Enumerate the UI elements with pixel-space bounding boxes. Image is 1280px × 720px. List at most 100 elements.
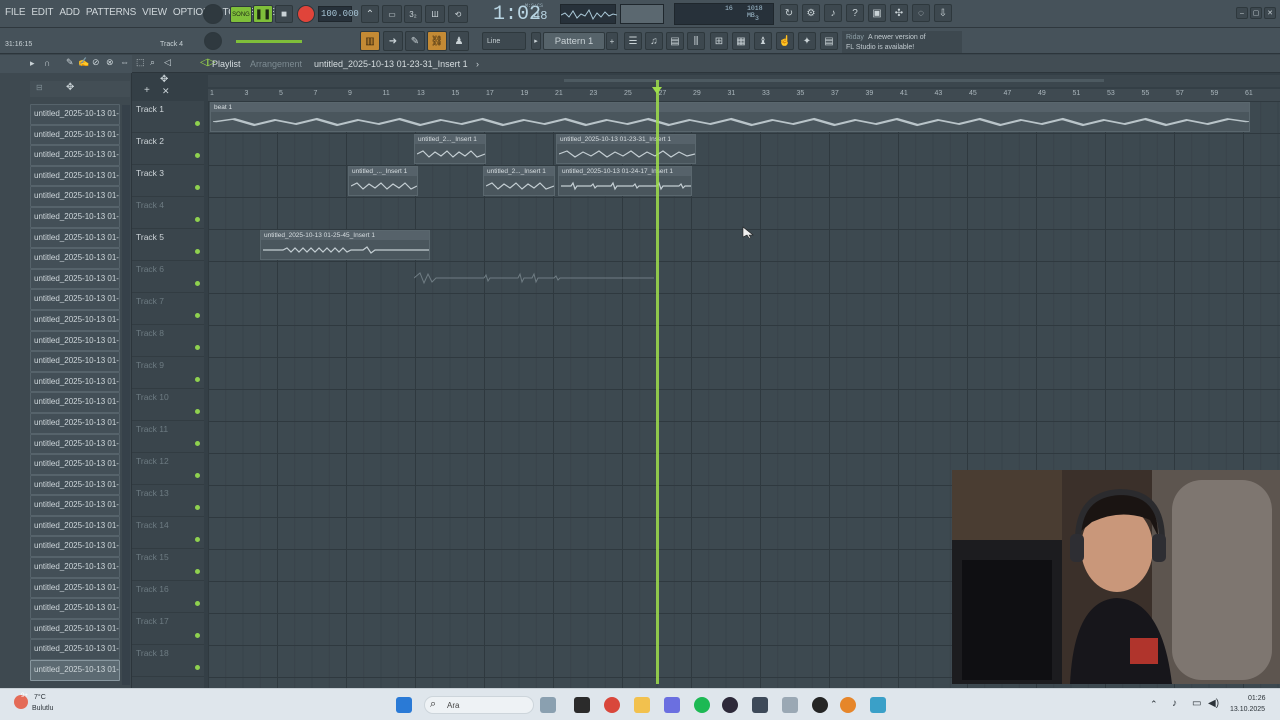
channel-rack-icon[interactable]: ▤ — [666, 32, 684, 50]
magnet-icon[interactable]: ∩ — [44, 58, 50, 68]
master-volume-slider[interactable] — [236, 40, 302, 43]
browser-file-item[interactable]: untitled_2025-10-13 01-... — [30, 227, 120, 249]
slip-tool-icon[interactable]: ⇔ — [120, 57, 129, 67]
track-header[interactable]: Track 3 — [132, 165, 204, 197]
track-enable-led[interactable] — [195, 249, 200, 254]
task-view-icon[interactable] — [574, 697, 590, 713]
browser-file-item[interactable]: untitled_2025-10-13 01-... — [30, 145, 120, 166]
browser-collapse-icon[interactable]: ⊟ — [36, 83, 43, 92]
audio-clip-t3a[interactable]: untitled_..._Insert 1 — [348, 166, 418, 196]
track-enable-led[interactable] — [195, 185, 200, 190]
track-enable-led[interactable] — [195, 537, 200, 542]
mixer-view-icon[interactable]: ⫼ — [687, 32, 705, 50]
track-enable-led[interactable] — [195, 377, 200, 382]
mute-tool-icon[interactable]: ⊗ — [106, 57, 114, 68]
browser-file-item[interactable]: untitled_2025-10-13 01-... — [30, 454, 120, 475]
brush-tool-icon[interactable]: ✍ — [78, 57, 89, 68]
draw-icon[interactable]: ✎ — [405, 31, 425, 51]
browser-file-item[interactable]: untitled_2025-10-13 01-... — [30, 186, 120, 207]
browser-icon[interactable]: ⊞ — [710, 32, 728, 50]
browser-file-item[interactable]: untitled_2025-10-13 01-... — [30, 124, 120, 146]
arrangement-label[interactable]: Arrangement — [250, 59, 302, 69]
pause-button[interactable]: ❚❚ — [253, 5, 273, 23]
zoom-tool-icon[interactable]: ⌕ — [150, 57, 155, 68]
track-header[interactable]: Track 5 — [132, 229, 204, 261]
app-icon[interactable] — [812, 697, 828, 713]
track-header[interactable]: Track 14 — [132, 517, 204, 549]
track-header[interactable]: Track 12 — [132, 453, 204, 485]
browser-file-item[interactable]: untitled_2025-10-13 01-... — [30, 330, 120, 352]
arrow-icon[interactable]: ➜ — [383, 31, 403, 51]
track-header[interactable]: Track 4 — [132, 197, 204, 229]
countdown-icon[interactable]: 3₂ — [404, 5, 422, 23]
browser-file-item[interactable]: untitled_2025-10-13 01-... — [30, 495, 120, 516]
clock-time[interactable]: 01:26 — [1248, 695, 1266, 702]
discord-icon[interactable] — [664, 697, 680, 713]
track-enable-led[interactable] — [195, 217, 200, 222]
news-icon[interactable]: ▤ — [820, 32, 838, 50]
menu-patterns[interactable]: PATTERNS — [86, 7, 136, 18]
playback-tool-icon[interactable]: ◁ — [164, 57, 171, 68]
track-header[interactable]: Track 17 — [132, 613, 204, 645]
help-icon[interactable]: ? — [846, 4, 864, 22]
microphone-tray-icon[interactable]: ♪ — [1172, 698, 1177, 709]
steam-icon[interactable] — [752, 697, 768, 713]
browser-file-item[interactable]: untitled_2025-10-13 01-... — [30, 268, 120, 290]
track-enable-led[interactable] — [195, 313, 200, 318]
audio-clip-t2a[interactable]: untitled_2..._Insert 1 — [414, 134, 486, 164]
browser-file-item[interactable]: untitled_2025-10-13 01-... — [30, 474, 120, 496]
track-enable-led[interactable] — [195, 281, 200, 286]
track-header[interactable]: Track 9 — [132, 357, 204, 389]
track-enable-led[interactable] — [195, 153, 200, 158]
snap-select[interactable]: Line — [482, 32, 526, 50]
browser-scrollbar[interactable] — [122, 105, 130, 685]
browser-file-item[interactable]: untitled_2025-10-13 01-... — [30, 248, 120, 269]
microphone-icon[interactable]: ♪ — [824, 4, 842, 22]
track-header[interactable]: Track 16 — [132, 581, 204, 613]
tempo-display[interactable]: 100.000 — [318, 6, 359, 22]
song-mode-toggle[interactable]: SONG — [230, 6, 252, 23]
track-header[interactable]: Track 18 — [132, 645, 204, 677]
track-header[interactable]: Track 15 — [132, 549, 204, 581]
wait-input-icon[interactable]: ▭ — [382, 5, 402, 23]
add-track-icon[interactable]: + — [144, 85, 150, 96]
browser-file-item[interactable]: untitled_2025-10-13 01-... — [30, 206, 120, 228]
plugin-icon[interactable]: ✣ — [890, 4, 908, 22]
widgets-icon[interactable] — [540, 697, 556, 713]
tray-chevron-icon[interactable]: ⌃ — [1150, 699, 1158, 710]
minimize-window-icon[interactable]: – — [1236, 7, 1248, 19]
refresh-icon[interactable]: ↻ — [780, 4, 798, 22]
audio-clip-t3b[interactable]: untitled_2..._Insert 1 — [483, 166, 555, 196]
track-header[interactable]: Track 10 — [132, 389, 204, 421]
track-header[interactable]: Track 6 — [132, 261, 204, 293]
track-enable-led[interactable] — [195, 633, 200, 638]
browser-file-item[interactable]: untitled_2025-10-13 01-... — [30, 165, 120, 187]
track-enable-led[interactable] — [195, 441, 200, 446]
browser-file-item[interactable]: untitled_2025-10-13 01-... — [30, 536, 120, 558]
file-explorer-icon[interactable] — [634, 697, 650, 713]
move-icon[interactable]: ✥ — [160, 74, 168, 85]
menu-add[interactable]: ADD — [59, 7, 80, 18]
stamp-icon[interactable]: ♟ — [449, 31, 469, 51]
track-enable-led[interactable] — [195, 121, 200, 126]
mixer-icon[interactable]: ⚙ — [802, 4, 820, 22]
spotify-icon[interactable] — [694, 697, 710, 713]
track-header[interactable]: Track 13 — [132, 485, 204, 517]
notepad-icon[interactable] — [870, 697, 886, 713]
overview-scroll[interactable] — [564, 79, 1104, 82]
browser-file-item[interactable]: untitled_2025-10-13 01-... — [30, 598, 120, 619]
project-icon[interactable]: ▦ — [732, 32, 750, 50]
track-enable-led[interactable] — [195, 569, 200, 574]
browser-file-item[interactable]: untitled_2025-10-13 01-... — [30, 412, 120, 434]
clock-date[interactable]: 13.10.2025 — [1230, 706, 1265, 713]
capture-icon[interactable]: ✦ — [798, 32, 816, 50]
browser-move-icon[interactable]: ✥ — [66, 82, 74, 93]
typing-keyboard-icon[interactable]: ▥ — [360, 31, 380, 51]
browser-file-item[interactable]: untitled_2025-10-13 01-... — [30, 639, 120, 661]
menu-file[interactable]: FILE — [5, 7, 26, 18]
metronome-icon[interactable]: ⌃ — [361, 5, 379, 23]
browser-file-item[interactable]: untitled_2025-10-13 01-... — [30, 371, 120, 393]
pencil-tool-icon[interactable]: ✎ — [66, 57, 74, 68]
playlist-breadcrumb[interactable]: untitled_2025-10-13 01-23-31_Insert 1 — [314, 59, 468, 69]
audio-clip-t2b[interactable]: untitled_2025-10-13 01-23-31_Insert 1 — [556, 134, 696, 164]
